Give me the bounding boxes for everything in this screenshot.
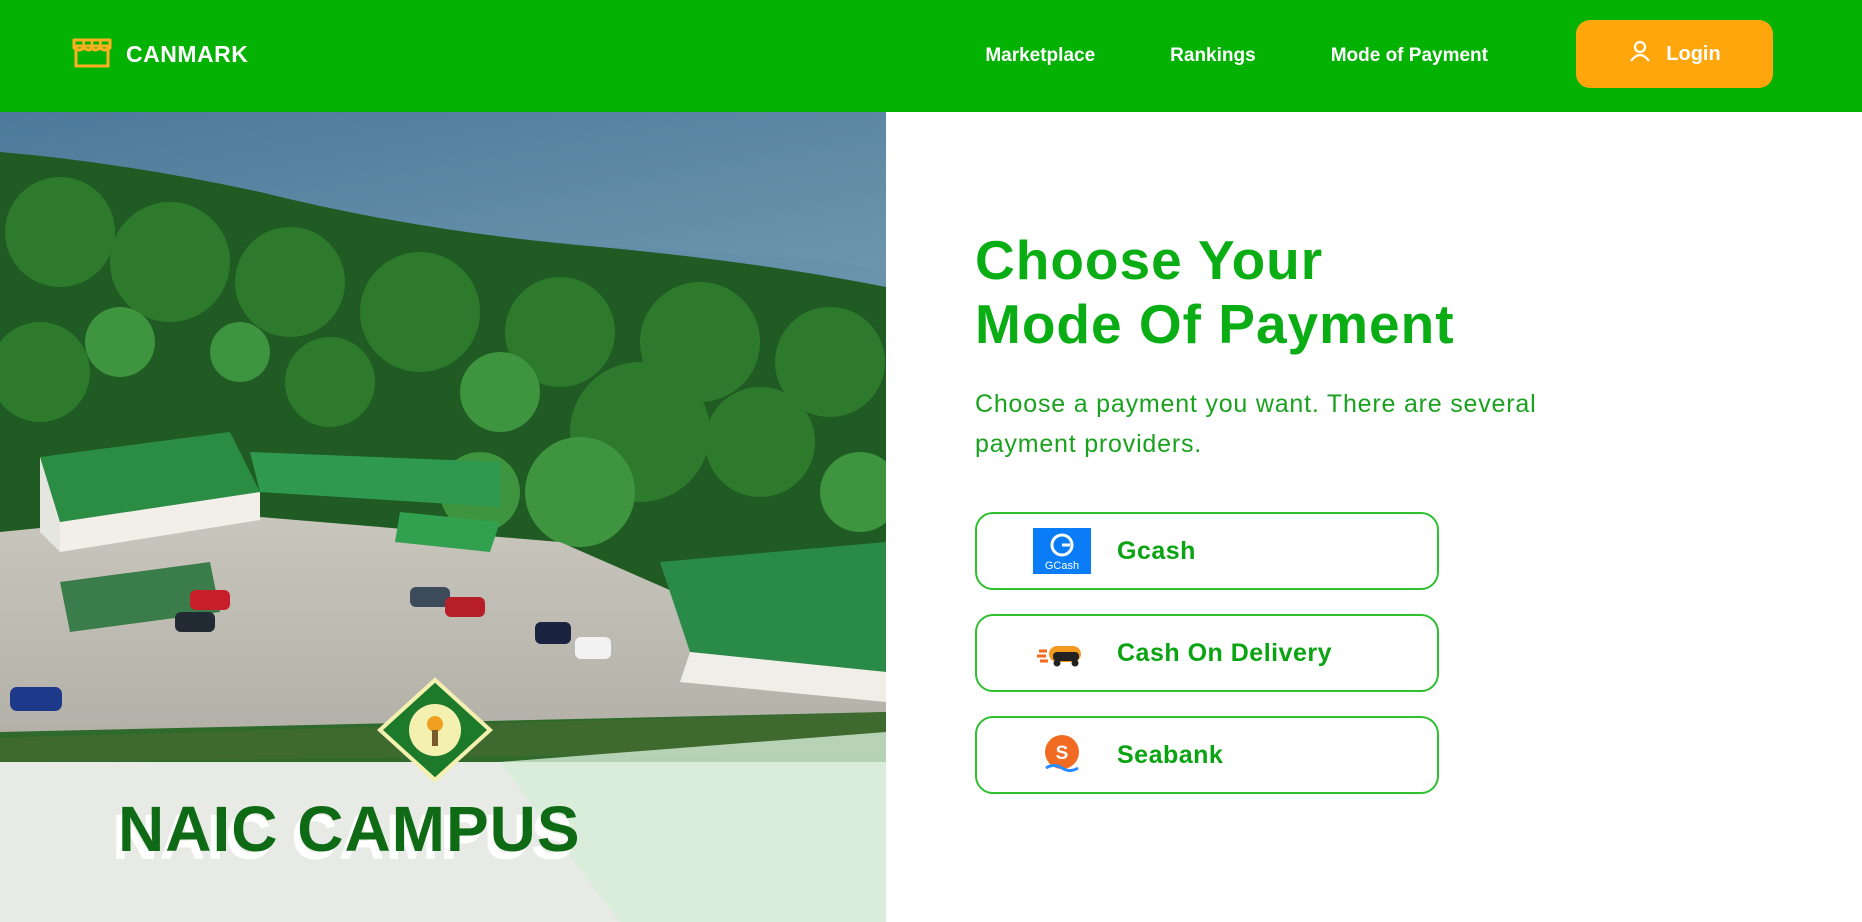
page-title: Choose Your Mode Of Payment (975, 228, 1735, 356)
top-navbar: CANMARK Marketplace Rankings Mode of Pay… (0, 0, 1862, 112)
nav-mode-of-payment[interactable]: Mode of Payment (1331, 45, 1488, 67)
brand-name: CANMARK (126, 41, 249, 67)
nav-rankings[interactable]: Rankings (1170, 45, 1256, 67)
store-icon (72, 36, 112, 73)
payment-option-gcash[interactable]: GCash Gcash (975, 512, 1439, 590)
nav-links: Marketplace Rankings Mode of Payment (985, 0, 1488, 112)
payment-option-seabank[interactable]: S Seabank (975, 716, 1439, 794)
svg-text:GCash: GCash (1045, 560, 1079, 572)
campus-hero-image: NAIC CAMPUS (0, 112, 886, 922)
campus-caption: NAIC CAMPUS (118, 793, 581, 865)
gcash-icon: GCash (1033, 528, 1091, 574)
payment-option-cod[interactable]: Cash On Delivery (975, 614, 1439, 692)
payment-options: GCash Gcash Cash On Delivery S Seabank (975, 512, 1735, 794)
seabank-label: Seabank (1117, 740, 1224, 769)
login-button[interactable]: Login (1576, 20, 1773, 88)
cod-label: Cash On Delivery (1117, 638, 1333, 667)
svg-text:S: S (1056, 743, 1069, 764)
user-icon (1628, 39, 1652, 69)
brand-logo[interactable]: CANMARK (72, 36, 248, 73)
gcash-label: Gcash (1117, 536, 1196, 565)
title-line-1: Choose Your (975, 229, 1324, 291)
title-line-2: Mode Of Payment (975, 293, 1455, 355)
seabank-icon: S (1033, 732, 1091, 778)
login-label: Login (1666, 42, 1721, 65)
nav-marketplace[interactable]: Marketplace (985, 45, 1095, 67)
page-subtitle: Choose a payment you want. There are sev… (975, 390, 1537, 458)
payment-panel: Choose Your Mode Of Payment Choose a pay… (975, 228, 1735, 794)
delivery-icon (1033, 630, 1091, 676)
